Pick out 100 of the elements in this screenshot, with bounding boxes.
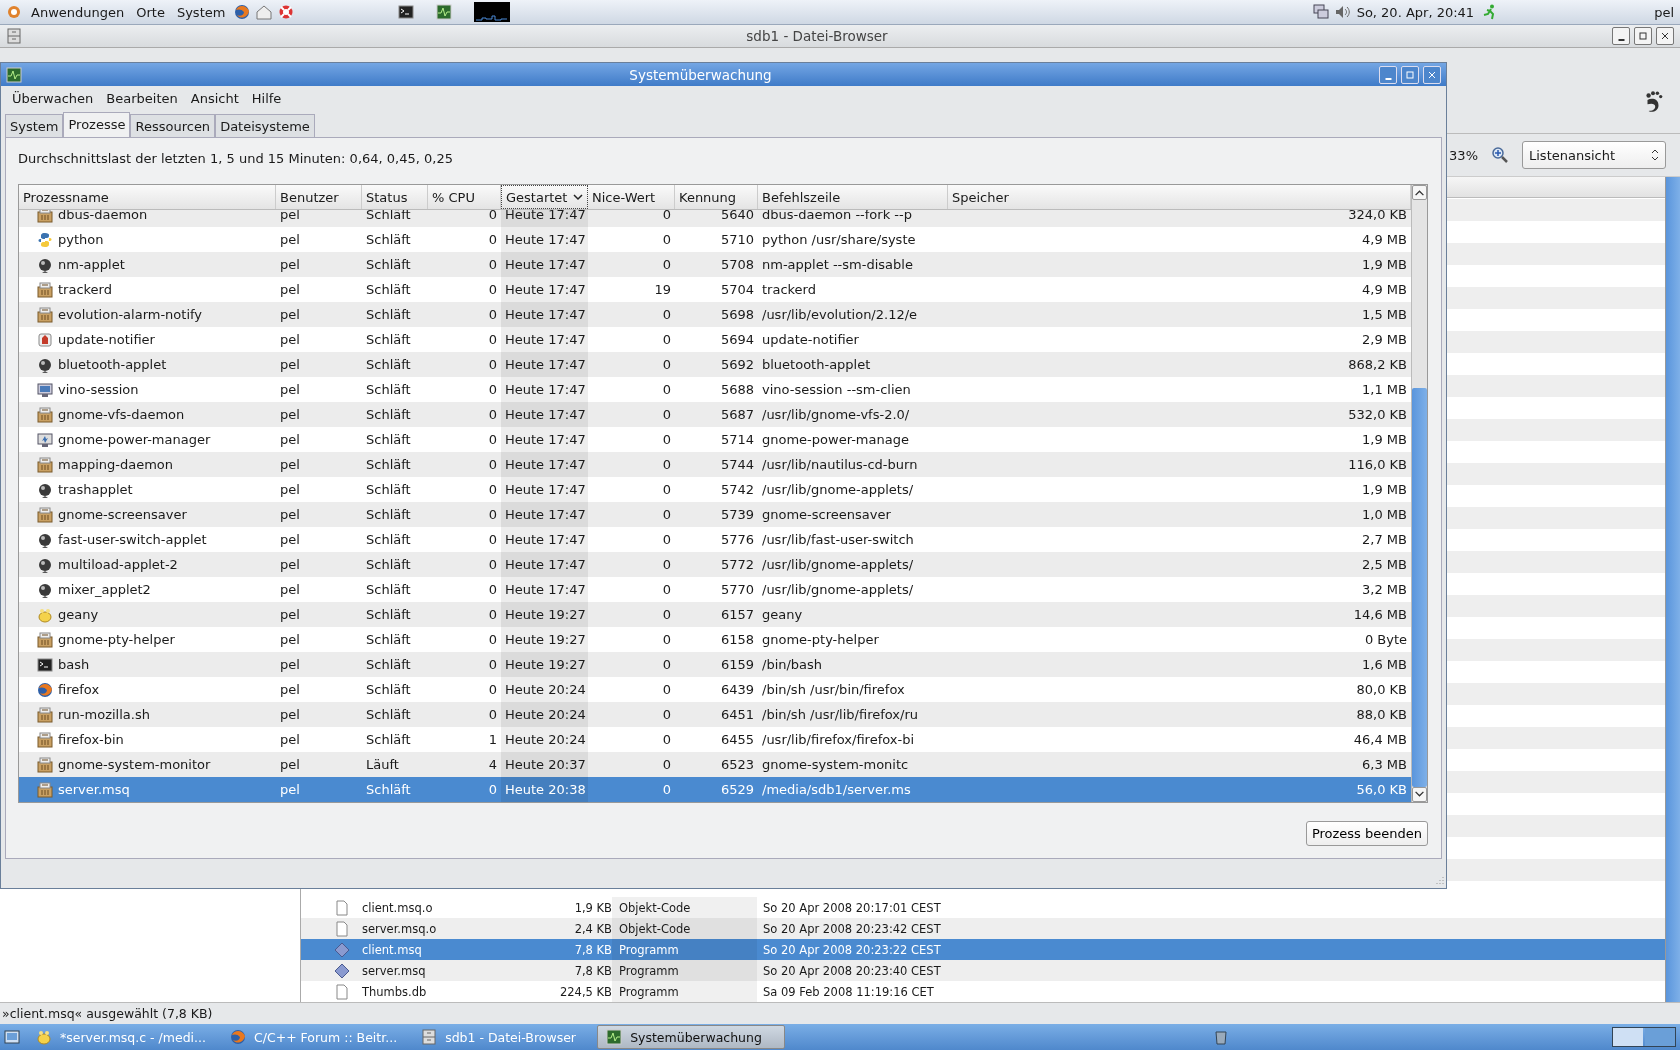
column-header[interactable]: % CPU (428, 185, 501, 209)
table-cell: Heute 17:47 (505, 482, 586, 497)
column-header[interactable]: Prozessname (19, 185, 276, 209)
caret-down-icon[interactable] (1412, 787, 1427, 802)
speaker-icon[interactable] (1334, 4, 1351, 20)
column-header[interactable]: Status (362, 185, 428, 209)
process-row[interactable]: bash pel Schläft 0 Heute 19:27 0 6159 /bin/bash 1,6 MB (19, 652, 1411, 677)
caret-up-icon[interactable] (1412, 185, 1427, 200)
table-cell: 5772 (720, 557, 754, 572)
document-icon (334, 920, 350, 937)
table-cell: Schläft (366, 332, 411, 347)
table-cell: geany (762, 607, 803, 622)
process-row[interactable]: geany pel Schläft 0 Heute 19:27 0 6157 geany 14,6 MB (19, 602, 1411, 627)
tab[interactable]: System (5, 114, 64, 137)
file-row[interactable]: server.msq.o 2,4 KB Objekt-Code So 20 Apr 2008 20:23:42 CEST (301, 918, 1665, 939)
table-cell: 0 (488, 357, 497, 372)
box-icon (37, 281, 53, 298)
column-header[interactable]: Gestartet (501, 185, 588, 209)
menu-item[interactable]: Bearbeiten (106, 91, 178, 106)
globe-icon (230, 1029, 246, 1045)
panel-menu[interactable]: Orte (133, 4, 168, 20)
process-row[interactable]: dbus-daemon pel Schläft 0 Heute 17:47 0 5640 dbus-daemon --fork --p 324,0 KB (19, 210, 1411, 227)
process-row[interactable]: nm-applet pel Schläft 0 Heute 17:47 0 5708 nm-applet --sm-disable 1,9 MB (19, 252, 1411, 277)
table-cell: 80,0 KB (1356, 682, 1407, 697)
show-desktop-icon[interactable] (4, 1029, 20, 1045)
process-name: server.msq (58, 782, 130, 797)
tab[interactable]: Ressourcen (130, 114, 216, 137)
table-cell: 532,0 KB (1348, 407, 1407, 422)
tab[interactable]: Dateisysteme (215, 114, 315, 137)
file-row[interactable]: client.msq.o 1,9 KB Objekt-Code So 20 Apr 2008 20:17:01 CEST (301, 897, 1665, 918)
trash-icon[interactable] (1213, 1029, 1230, 1045)
scrollbar[interactable] (1411, 185, 1427, 802)
maximize-button[interactable] (1634, 27, 1652, 45)
process-row[interactable]: gnome-screensaver pel Schläft 0 Heute 17:47 0 5739 gnome-screensaver 1,0 MB (19, 502, 1411, 527)
menu-item[interactable]: Überwachen (12, 91, 94, 106)
process-name: mixer_applet2 (58, 582, 151, 597)
column-header[interactable]: Befehlszeile (758, 185, 948, 209)
process-row[interactable]: gnome-vfs-daemon pel Schläft 0 Heute 17:47 0 5687 /usr/lib/gnome-vfs-2.0/ 532,0 KB (19, 402, 1411, 427)
file-row[interactable]: Thumbs.db 224,5 KB Programm Sa 09 Feb 2008 11:19:16 CET (301, 981, 1665, 1002)
file-row[interactable]: client.msq 7,8 KB Programm So 20 Apr 2008 20:23:22 CEST (301, 939, 1665, 960)
table-cell: 1,9 MB (1362, 432, 1407, 447)
workspace-switcher[interactable] (1612, 1027, 1676, 1047)
process-row[interactable]: server.msq pel Schläft 0 Heute 20:38 0 6529 /media/sdb1/server.ms 56,0 KB (19, 777, 1411, 802)
process-row[interactable]: evolution-alarm-notify pel Schläft 0 Heute 17:47 0 5698 /usr/lib/evolution/2.12/e 1,5 MB (19, 302, 1411, 327)
network-icon[interactable] (1312, 4, 1329, 20)
process-name: bash (58, 657, 90, 672)
table-cell: 0 (488, 632, 497, 647)
table-cell: /usr/lib/evolution/2.12/e (762, 307, 918, 322)
process-row[interactable]: gnome-system-monitor pel Läuft 4 Heute 20:37 0 6523 gnome-system-monitc 6,3 MB (19, 752, 1411, 777)
table-cell: Schläft (366, 607, 411, 622)
tab[interactable]: Prozesse (63, 112, 131, 137)
table-cell: 4,9 MB (1362, 282, 1407, 297)
close-button[interactable] (1656, 27, 1674, 45)
scrollbar[interactable] (1665, 177, 1680, 1002)
table-cell: /usr/lib/gnome-applets/ (762, 482, 914, 497)
ball-icon (37, 256, 53, 273)
table-cell: /bin/sh /usr/lib/firefox/ru (762, 707, 918, 722)
user-name[interactable]: pel (1654, 4, 1674, 20)
table-cell: pel (280, 707, 300, 722)
resize-grip-icon[interactable] (1434, 876, 1444, 886)
table-cell: /usr/lib/fast-user-switch (762, 532, 914, 547)
house-icon[interactable] (256, 4, 273, 20)
window-title: Systemüberwachung (628, 66, 773, 83)
clock[interactable]: So, 20. Apr, 20:41 (1356, 4, 1475, 20)
file-row[interactable]: server.msq 7,8 KB Programm So 20 Apr 2008 20:23:40 CEST (301, 960, 1665, 981)
column-header[interactable]: Nice-Wert (588, 185, 675, 209)
minimize-button[interactable] (1612, 27, 1630, 45)
view-dropdown[interactable]: Listenansicht (1522, 141, 1666, 169)
load-graph-icon (474, 2, 511, 22)
ball-icon (37, 556, 53, 573)
load-average-text: Durchschnittslast der letzten 1, 5 und 15 Minuten: 0,64, 0,45, 0,25 (18, 150, 454, 168)
activity-monitor-icon (436, 4, 453, 20)
file-name: Thumbs.db (361, 984, 428, 999)
zoom-in-icon[interactable] (1492, 147, 1508, 163)
menu-item[interactable]: Hilfe (251, 91, 282, 106)
task-button[interactable]: Systemüberwachung (597, 1025, 786, 1049)
menu-item[interactable]: Ansicht (190, 91, 239, 106)
table-cell: 0 Byte (1364, 632, 1407, 647)
process-row[interactable]: mapping-daemon pel Schläft 0 Heute 17:47 0 5744 /usr/lib/nautilus-cd-burn 116,0 KB (19, 452, 1411, 477)
table-cell: Heute 17:47 (505, 357, 586, 372)
process-row[interactable]: bluetooth-applet pel Schläft 0 Heute 17:47 0 5692 bluetooth-applet 868,2 KB (19, 352, 1411, 377)
table-cell: Heute 17:47 (505, 232, 586, 247)
lifebuoy-icon[interactable] (278, 4, 295, 20)
column-header[interactable]: Kennung (675, 185, 758, 209)
process-row[interactable]: multiload-applet-2 pel Schläft 0 Heute 17:47 0 5772 /usr/lib/gnome-applets/ 2,5 MB (19, 552, 1411, 577)
table-cell: Heute 19:27 (505, 607, 586, 622)
column-header[interactable]: Benutzer (276, 185, 362, 209)
table-cell: Schläft (366, 357, 411, 372)
end-process-button[interactable]: Prozess beenden (1305, 821, 1428, 846)
table-cell: pel (280, 357, 300, 372)
process-row[interactable]: run-mozilla.sh pel Schläft 0 Heute 20:24 0 6451 /bin/sh /usr/lib/firefox/ru 88,0 KB (19, 702, 1411, 727)
panel-menu[interactable]: System (173, 4, 229, 20)
table-cell: 5708 (720, 257, 754, 272)
table-cell: 0 (662, 757, 671, 772)
table-cell: 0 (488, 210, 497, 222)
table-cell: /usr/lib/nautilus-cd-burn (762, 457, 918, 472)
table-cell: Heute 17:47 (505, 332, 586, 347)
table-cell: 0 (488, 507, 497, 522)
logo-icon[interactable] (6, 4, 22, 20)
panel-menu[interactable]: Anwendungen (28, 4, 128, 20)
